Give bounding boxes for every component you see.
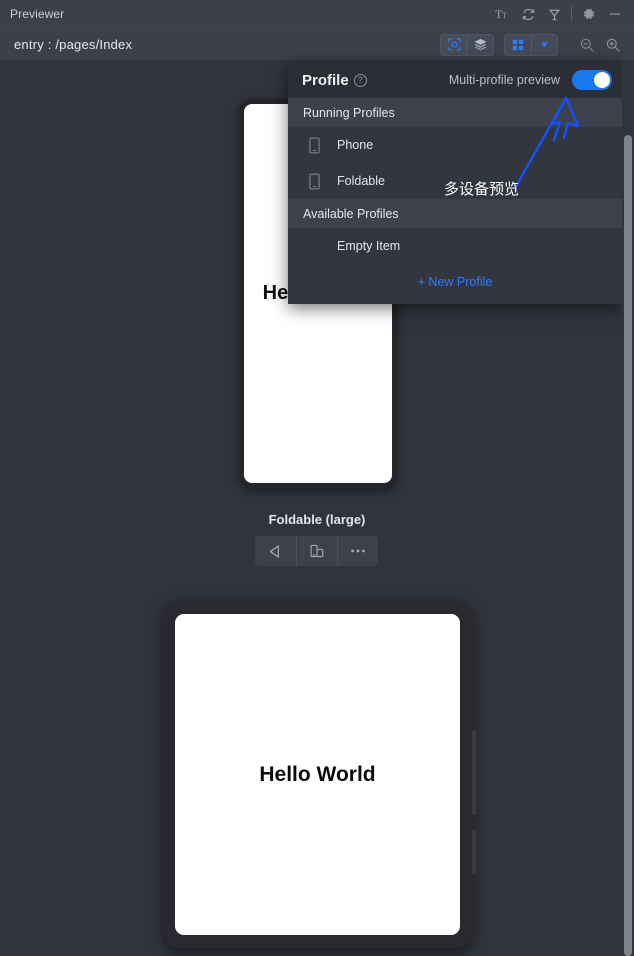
layers-icon[interactable] xyxy=(467,34,493,55)
toggle-knob xyxy=(594,72,610,88)
title-bar: Previewer T T xyxy=(0,0,634,28)
section-header-running-profiles: Running Profiles xyxy=(288,98,622,127)
entry-bar: entry : /pages/Index xyxy=(0,28,634,60)
settings-gear-icon[interactable] xyxy=(576,1,602,27)
new-profile-link[interactable]: + New Profile xyxy=(418,275,493,289)
svg-text:T: T xyxy=(502,11,507,20)
plug-icon[interactable] xyxy=(541,1,567,27)
multi-profile-preview-label: Multi-profile preview xyxy=(448,73,560,87)
font-size-icon[interactable]: T T xyxy=(489,1,515,27)
canvas-scrollbar-track[interactable] xyxy=(622,60,634,956)
device-label-foldable-large: Foldable (large) xyxy=(268,512,366,527)
refresh-icon[interactable] xyxy=(515,1,541,27)
section-header-available-profiles: Available Profiles xyxy=(288,199,622,228)
profile-item-label: Phone xyxy=(337,138,374,152)
chevron-down-icon[interactable] xyxy=(531,34,557,55)
profile-item-label: Empty Item xyxy=(337,239,401,253)
annotation-callout-text: 多设备预览 xyxy=(444,180,520,198)
fold-device-icon[interactable] xyxy=(296,536,337,566)
phone-device-icon xyxy=(303,137,325,154)
zoom-out-icon[interactable] xyxy=(574,32,600,58)
window-title: Previewer xyxy=(10,7,65,21)
profile-item-empty[interactable]: Empty Item xyxy=(288,228,622,264)
inspect-element-icon[interactable] xyxy=(441,34,467,55)
profile-panel-title: Profile xyxy=(302,71,349,89)
foldable-screen-text: Hello World xyxy=(259,762,376,786)
device-side-button-power xyxy=(472,830,476,874)
device-screen-foldable-large: Hello World xyxy=(175,614,460,935)
help-icon[interactable]: ? xyxy=(353,73,367,87)
profile-panel-footer: + New Profile xyxy=(288,264,622,304)
zoom-in-icon[interactable] xyxy=(600,32,626,58)
profile-panel-header: Profile ? Multi-profile preview xyxy=(288,62,622,98)
rotate-left-icon[interactable] xyxy=(255,536,296,566)
multi-profile-grid-icon[interactable] xyxy=(505,35,531,55)
device-toolbar-foldable xyxy=(255,536,378,566)
previewer-window: Previewer T T entry: /pages/Index Folda… xyxy=(0,0,634,956)
canvas-scrollbar-thumb[interactable] xyxy=(624,135,632,956)
more-options-icon[interactable] xyxy=(337,536,378,566)
minimize-icon[interactable] xyxy=(602,1,628,27)
device-side-button-volume xyxy=(472,730,476,815)
multi-profile-group xyxy=(504,33,558,56)
profile-item-label: Foldable xyxy=(337,174,385,188)
entry-path-label[interactable]: entry : /pages/Index xyxy=(14,37,440,52)
device-frame-foldable-large[interactable]: Hello World xyxy=(163,601,476,948)
phone-device-icon xyxy=(303,173,325,190)
view-mode-group xyxy=(440,33,494,56)
title-bar-actions: T T xyxy=(489,1,628,27)
profile-item-phone[interactable]: Phone xyxy=(288,127,622,163)
toolbar-divider xyxy=(571,6,572,22)
multi-profile-preview-toggle[interactable] xyxy=(572,70,612,90)
